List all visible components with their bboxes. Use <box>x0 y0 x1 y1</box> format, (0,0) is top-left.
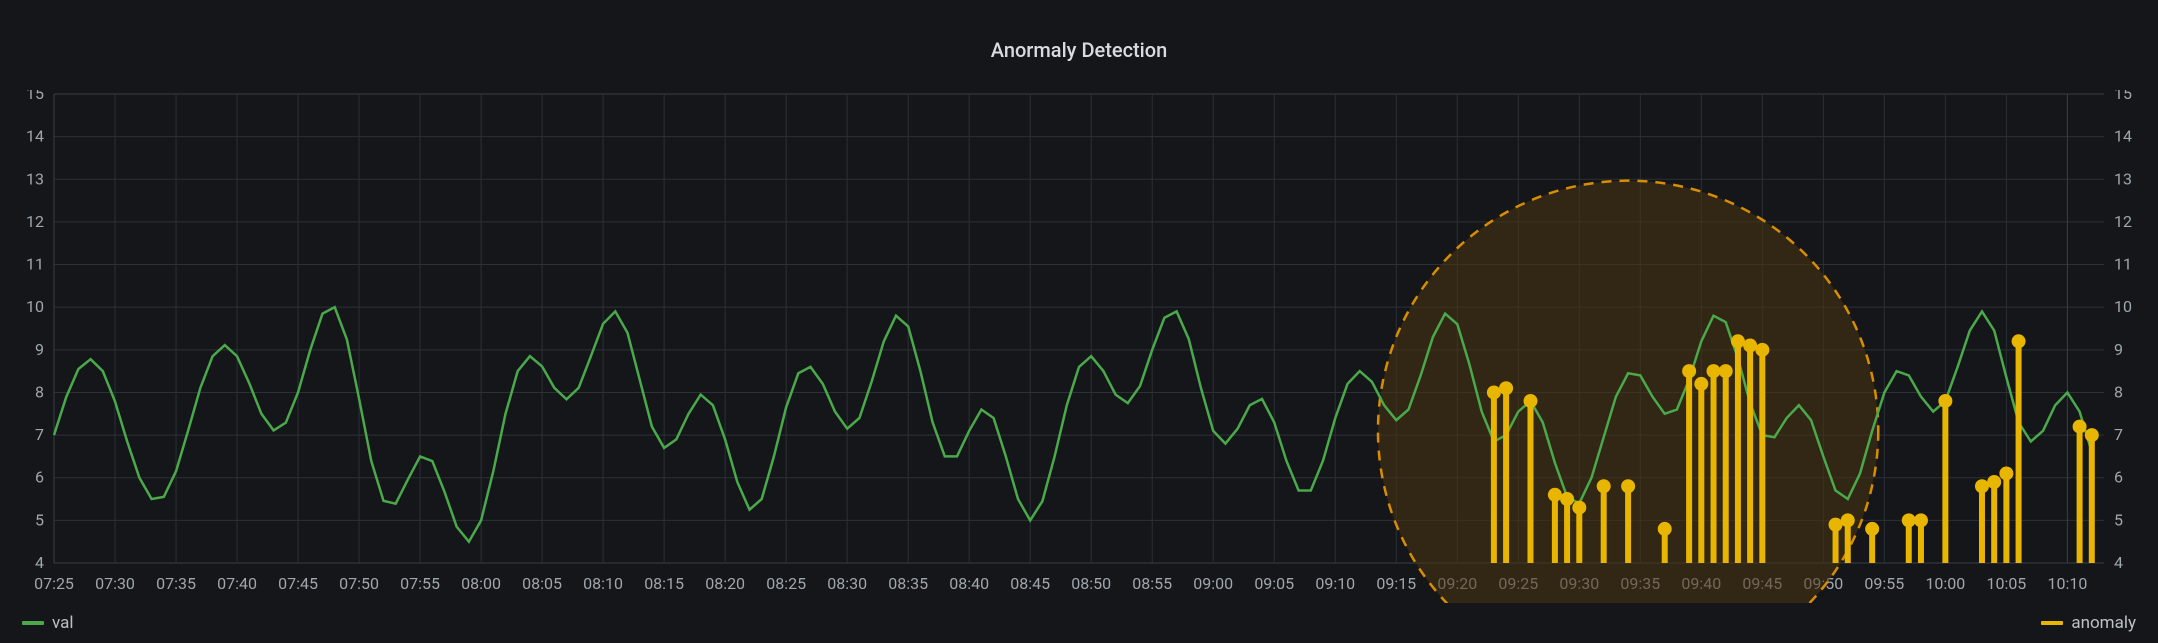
legend-label-anomaly: anomaly <box>2071 613 2136 633</box>
anomaly-detection-panel: Anormaly Detection 4 4 5 5 6 6 7 7 8 8 9 9 10 10 11 11 1… <box>0 0 2158 643</box>
svg-text:08:45: 08:45 <box>1010 574 1050 593</box>
svg-text:08:25: 08:25 <box>766 574 806 593</box>
svg-text:4: 4 <box>2114 553 2123 572</box>
svg-text:07:40: 07:40 <box>217 574 257 593</box>
svg-text:4: 4 <box>35 553 44 572</box>
svg-text:08:20: 08:20 <box>705 574 745 593</box>
svg-text:10: 10 <box>2114 297 2132 316</box>
svg-text:08:00: 08:00 <box>461 574 501 593</box>
svg-text:08:10: 08:10 <box>583 574 623 593</box>
svg-text:08:15: 08:15 <box>644 574 684 593</box>
svg-text:07:55: 07:55 <box>400 574 440 593</box>
svg-text:12: 12 <box>26 212 44 231</box>
svg-text:6: 6 <box>2114 468 2123 487</box>
svg-text:09:05: 09:05 <box>1254 574 1294 593</box>
svg-text:08:35: 08:35 <box>888 574 928 593</box>
legend-label-val: val <box>52 613 74 633</box>
svg-text:8: 8 <box>35 382 44 401</box>
svg-text:07:25: 07:25 <box>34 574 74 593</box>
svg-text:13: 13 <box>26 169 44 188</box>
chart-svg[interactable]: 4 4 5 5 6 6 7 7 8 8 9 9 10 10 11 11 12 12 13 13 14 14 15 15 07:2… <box>10 90 2148 603</box>
svg-text:08:30: 08:30 <box>827 574 867 593</box>
svg-text:09:00: 09:00 <box>1193 574 1233 593</box>
legend-swatch-val <box>22 621 44 625</box>
svg-text:08:50: 08:50 <box>1071 574 1111 593</box>
svg-text:14: 14 <box>2114 127 2132 146</box>
svg-text:08:40: 08:40 <box>949 574 989 593</box>
svg-text:07:30: 07:30 <box>95 574 135 593</box>
svg-text:11: 11 <box>2114 255 2132 274</box>
svg-text:5: 5 <box>35 510 44 529</box>
chart-area[interactable]: 4 4 5 5 6 6 7 7 8 8 9 9 10 10 11 11 12 12 13 13 14 14 15 15 07:2… <box>10 90 2148 603</box>
svg-text:7: 7 <box>35 425 44 444</box>
svg-text:9: 9 <box>2114 340 2123 359</box>
svg-text:09:15: 09:15 <box>1376 574 1416 593</box>
svg-text:15: 15 <box>2114 90 2132 103</box>
svg-text:10:00: 10:00 <box>1925 574 1965 593</box>
svg-text:5: 5 <box>2114 510 2123 529</box>
legend-item-anomaly[interactable]: anomaly <box>2041 613 2136 633</box>
svg-text:08:05: 08:05 <box>522 574 562 593</box>
svg-text:13: 13 <box>2114 169 2132 188</box>
chart-title: Anormaly Detection <box>0 38 2158 62</box>
svg-text:10:10: 10:10 <box>2047 574 2087 593</box>
legend-swatch-anomaly <box>2041 621 2063 625</box>
svg-text:9: 9 <box>35 340 44 359</box>
svg-text:08:55: 08:55 <box>1132 574 1172 593</box>
svg-text:7: 7 <box>2114 425 2123 444</box>
svg-text:07:45: 07:45 <box>278 574 318 593</box>
svg-text:10: 10 <box>26 297 44 316</box>
legend-item-val[interactable]: val <box>22 613 74 633</box>
legend: val anomaly <box>22 613 2136 633</box>
svg-text:09:55: 09:55 <box>1864 574 1904 593</box>
svg-text:14: 14 <box>26 127 44 146</box>
svg-text:12: 12 <box>2114 212 2132 231</box>
svg-text:8: 8 <box>2114 382 2123 401</box>
svg-text:11: 11 <box>26 255 44 274</box>
svg-text:07:50: 07:50 <box>339 574 379 593</box>
svg-text:07:35: 07:35 <box>156 574 196 593</box>
svg-text:6: 6 <box>35 468 44 487</box>
svg-text:10:05: 10:05 <box>1986 574 2026 593</box>
svg-text:15: 15 <box>26 90 44 103</box>
svg-text:09:10: 09:10 <box>1315 574 1355 593</box>
